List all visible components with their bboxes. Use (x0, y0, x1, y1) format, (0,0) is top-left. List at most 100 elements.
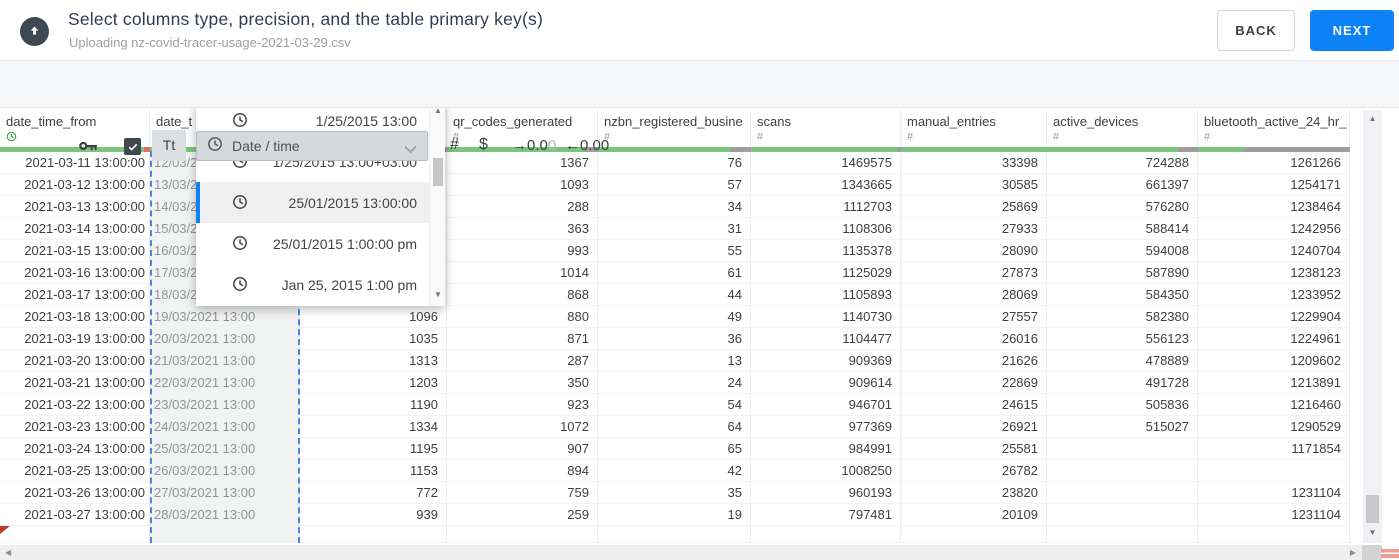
table-cell[interactable]: 1233952 (1198, 284, 1350, 306)
table-cell[interactable]: 44 (598, 284, 751, 306)
table-cell[interactable]: 1229904 (1198, 306, 1350, 328)
table-cell[interactable]: 946701 (751, 394, 901, 416)
table-cell[interactable]: 36 (598, 328, 751, 350)
table-cell[interactable]: 28090 (901, 240, 1047, 262)
table-cell[interactable]: 2021-03-19 13:00:00 (0, 328, 150, 350)
table-cell[interactable]: 33398 (901, 152, 1047, 174)
table-cell[interactable]: 1014 (447, 262, 598, 284)
table-cell[interactable]: 871 (447, 328, 598, 350)
primary-key-icon[interactable] (78, 137, 99, 160)
table-cell[interactable]: 24 (598, 372, 751, 394)
dropdown-scrollbar-thumb[interactable] (433, 158, 443, 186)
table-cell[interactable]: 28069 (901, 284, 1047, 306)
table-cell[interactable]: 909369 (751, 350, 901, 372)
table-cell[interactable]: 76 (598, 152, 751, 174)
table-cell[interactable]: 1216460 (1198, 394, 1350, 416)
table-cell[interactable]: 25/03/2021 13:00 (150, 438, 300, 460)
table-cell[interactable]: 505836 (1047, 394, 1198, 416)
table-cell[interactable]: 2021-03-13 13:00:00 (0, 196, 150, 218)
table-cell[interactable] (1047, 482, 1198, 504)
table-cell[interactable]: 1135378 (751, 240, 901, 262)
table-cell[interactable]: 26016 (901, 328, 1047, 350)
table-cell[interactable]: 19 (598, 504, 751, 526)
table-cell[interactable]: 2021-03-20 13:00:00 (0, 350, 150, 372)
table-cell[interactable]: 923 (447, 394, 598, 416)
table-cell[interactable]: 30585 (901, 174, 1047, 196)
table-cell[interactable]: 582380 (1047, 306, 1198, 328)
table-cell[interactable]: 2021-03-25 13:00:00 (0, 460, 150, 482)
decrease-decimal-button[interactable]: ←0.00 (565, 137, 609, 154)
dropdown-scrollbar[interactable]: ▲ ▼ (429, 100, 445, 306)
vertical-scrollbar-thumb[interactable] (1366, 495, 1379, 523)
table-cell[interactable]: 350 (447, 372, 598, 394)
table-cell[interactable]: 27873 (901, 262, 1047, 284)
not-null-checkbox[interactable] (124, 138, 141, 155)
table-cell[interactable]: 34 (598, 196, 751, 218)
table-cell[interactable]: 49 (598, 306, 751, 328)
table-cell[interactable]: 594008 (1047, 240, 1198, 262)
table-cell[interactable]: 1190 (300, 394, 447, 416)
table-cell[interactable]: 22869 (901, 372, 1047, 394)
table-cell[interactable]: 2021-03-12 13:00:00 (0, 174, 150, 196)
table-cell[interactable]: 27/03/2021 13:00 (150, 482, 300, 504)
table-cell[interactable]: 24/03/2021 13:00 (150, 416, 300, 438)
table-cell[interactable]: 2021-03-27 13:00:00 (0, 504, 150, 526)
table-cell[interactable]: 1203 (300, 372, 447, 394)
table-cell[interactable]: 907 (447, 438, 598, 460)
table-cell[interactable]: 1112703 (751, 196, 901, 218)
table-cell[interactable]: 24615 (901, 394, 1047, 416)
table-cell[interactable]: 772 (300, 482, 447, 504)
table-cell[interactable]: 2021-03-17 13:00:00 (0, 284, 150, 306)
table-cell[interactable]: 55 (598, 240, 751, 262)
table-cell[interactable]: 28/03/2021 13:00 (150, 504, 300, 526)
table-cell[interactable]: 1108306 (751, 218, 901, 240)
table-cell[interactable]: 1238123 (1198, 262, 1350, 284)
currency-type-button[interactable]: $ (479, 136, 488, 154)
table-cell[interactable]: 491728 (1047, 372, 1198, 394)
table-cell[interactable]: 13 (598, 350, 751, 372)
table-cell[interactable]: 880 (447, 306, 598, 328)
table-cell[interactable]: 1334 (300, 416, 447, 438)
table-cell[interactable]: 1072 (447, 416, 598, 438)
table-cell[interactable]: 576280 (1047, 196, 1198, 218)
table-cell[interactable]: 797481 (751, 504, 901, 526)
table-cell[interactable]: 1035 (300, 328, 447, 350)
horizontal-scrollbar[interactable]: ◀ ▶ (0, 545, 1362, 560)
table-cell[interactable]: 1240704 (1198, 240, 1350, 262)
table-cell[interactable]: 1195 (300, 438, 447, 460)
table-cell[interactable]: 584350 (1047, 284, 1198, 306)
back-button[interactable]: BACK (1217, 10, 1295, 51)
scroll-down-icon[interactable]: ▼ (1363, 528, 1382, 537)
table-cell[interactable]: 478889 (1047, 350, 1198, 372)
table-cell[interactable]: 363 (447, 218, 598, 240)
table-cell[interactable]: 588414 (1047, 218, 1198, 240)
scroll-left-icon[interactable]: ◀ (5, 548, 11, 557)
table-cell[interactable] (1047, 504, 1198, 526)
text-type-button[interactable]: Tt (152, 130, 186, 161)
table-cell[interactable]: 65 (598, 438, 751, 460)
table-cell[interactable]: 759 (447, 482, 598, 504)
table-cell[interactable]: 939 (300, 504, 447, 526)
vertical-scrollbar[interactable]: ▲ ▼ (1363, 110, 1382, 543)
table-cell[interactable]: 1254171 (1198, 174, 1350, 196)
table-cell[interactable]: 1008250 (751, 460, 901, 482)
table-cell[interactable]: 42 (598, 460, 751, 482)
table-cell[interactable]: 20/03/2021 13:00 (150, 328, 300, 350)
table-cell[interactable]: 1093 (447, 174, 598, 196)
table-cell[interactable]: 21626 (901, 350, 1047, 372)
table-cell[interactable]: 909614 (751, 372, 901, 394)
table-cell[interactable]: 259 (447, 504, 598, 526)
table-cell[interactable]: 26921 (901, 416, 1047, 438)
table-cell[interactable]: 1125029 (751, 262, 901, 284)
table-cell[interactable]: 23/03/2021 13:00 (150, 394, 300, 416)
table-cell[interactable]: 2021-03-21 13:00:00 (0, 372, 150, 394)
increase-decimal-button[interactable]: →0.00 (512, 137, 556, 154)
number-type-button[interactable]: # (450, 136, 459, 154)
table-cell[interactable]: 1209602 (1198, 350, 1350, 372)
table-cell[interactable]: 1290529 (1198, 416, 1350, 438)
scroll-up-icon[interactable]: ▲ (1363, 114, 1382, 123)
table-cell[interactable]: 993 (447, 240, 598, 262)
table-cell[interactable]: 25869 (901, 196, 1047, 218)
table-cell[interactable]: 587890 (1047, 262, 1198, 284)
table-cell[interactable]: 1469575 (751, 152, 901, 174)
